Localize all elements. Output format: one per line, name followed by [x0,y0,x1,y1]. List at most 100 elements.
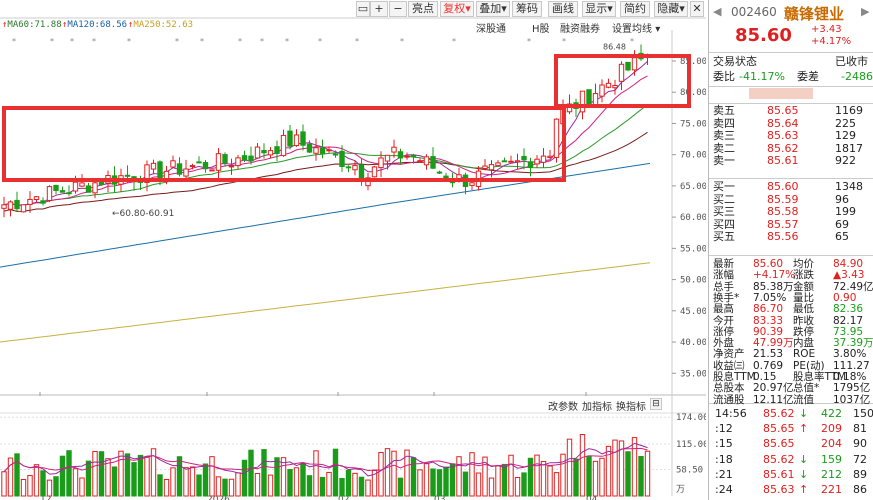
overlay-button[interactable]: 叠加▾ [476,1,510,17]
tick-count: 81 [853,422,867,436]
order-label: 买二 [713,192,735,206]
collapse-icon[interactable]: ⊟ [650,398,662,410]
event-marker: * [630,37,634,46]
volume-bar [547,465,553,497]
kline-chart[interactable]: 85.00 80.00 75.00 70.00 65.00 60.00 55.00 50.00… [0,0,706,500]
candle-body [605,82,612,88]
next-stock-icon[interactable]: ▶ [861,5,869,18]
volume-bar [508,454,514,497]
tick-count: 86 [853,483,867,496]
tick-price: 85.61 [763,467,795,481]
candle-body [371,166,378,178]
stat-value: 20.97亿 [753,382,794,395]
tick-row: :21 85.61 ↓ 212 89 [709,467,873,482]
add-indicator-button[interactable]: 加指标 [582,398,612,413]
sell-order-row: 卖四 85.64 225 [709,117,873,130]
y-tick-label: 50.00 [680,276,706,286]
zoom-out-button[interactable]: − [389,1,407,17]
candle-body [612,85,618,89]
stat-row: 总股本 20.97亿 总值* 1795亿 [709,382,873,394]
candle-body [534,158,540,165]
volume-bar [170,467,176,497]
tick-arrow: ↑ [799,422,809,436]
volume-bar [352,472,358,497]
candle-body [410,154,417,158]
stat-label: 总值* [793,382,820,395]
order-ratio-row: 委比 -41.17% 委差 -2486 [713,70,873,83]
stat-value: 47.99万 [753,337,794,350]
stat-label: 跌停 [793,325,814,338]
change-params-button[interactable]: 改参数 [548,398,578,413]
adjust-price-button[interactable]: 复权▾ [440,1,474,17]
candle-body [384,154,391,162]
order-price: 85.61 [767,154,799,168]
volume-bar [612,439,618,497]
stat-label: 流值 [793,393,814,406]
candle-body [521,155,527,161]
event-marker: * [285,37,289,46]
stat-value: 82.36 [833,303,864,316]
display-button[interactable]: 显示▾ [582,1,616,17]
candle-body [599,84,605,97]
volume-bar [534,454,540,497]
volume-bar [365,479,371,497]
hide-button[interactable]: 隐藏▾ [654,1,688,17]
simple-button[interactable]: 简约 [620,1,650,17]
stat-row: 最高 86.70 最低 82.36 [709,303,873,315]
order-price: 85.60 [767,180,799,193]
volume-bar [332,448,339,497]
volume-bar [313,450,319,497]
y-tick-label: 40.00 [680,338,706,348]
high-price-annotation: 86.48 [603,43,626,52]
close-icon[interactable]: ✕ [690,1,704,17]
tick-volume: 422 [821,407,842,420]
stat-value: 1795亿 [833,382,871,395]
draw-line-button[interactable]: 画线 [548,1,578,17]
stat-value: 83.33 [753,314,784,327]
hk-connect-link[interactable]: 深股通 [476,20,506,35]
stat-value: 86.70 [753,303,784,316]
candle-body [170,160,176,168]
prev-stock-icon[interactable]: ◀ [713,5,721,18]
candle-body [436,171,443,174]
ma60-label: ↑MA60:71.88 [2,20,62,30]
stat-label: 昨收 [793,314,814,327]
event-marker: * [12,37,16,46]
zoom-in-button[interactable]: + [370,1,388,17]
h-share-link[interactable]: H股 [532,20,550,35]
volume-bar [592,460,599,497]
order-volume: 65 [835,230,849,244]
set-ma-link[interactable]: 设置均线 ▾ [612,20,660,35]
volume-bar [625,451,631,497]
buy-order-row: 买二 85.59 96 [709,193,873,206]
candle-body [241,155,248,161]
highlight-button[interactable]: 亮点 [408,1,438,17]
candle-body [254,146,261,159]
stat-value: 12.11亿 [753,393,794,406]
candle-body [222,154,228,164]
chip-button[interactable]: 筹码 [512,1,542,17]
candle-body [98,182,105,186]
volume-bar [228,478,235,497]
volume-bar [280,457,287,497]
event-marker: * [260,37,264,46]
stat-label: 总股本 [713,382,745,395]
margin-trading-link[interactable]: 融资融券 [560,20,600,35]
candle-body [482,165,488,169]
window-icon[interactable]: ▭ [356,1,370,17]
kline-chart-area[interactable]: 85.00 80.00 75.00 70.00 65.00 60.00 55.00 50.00… [0,0,706,500]
buy-order-row: 买一 85.60 1348 [709,180,873,193]
volume-bar [137,454,144,497]
switch-indicator-button[interactable]: 换指标 [616,398,646,413]
volume-bar [59,455,66,497]
event-marker: * [92,37,96,46]
volume-bar [566,438,573,497]
tick-count: 90 [853,437,867,451]
order-volume: 69 [835,217,849,231]
candle-body [92,182,98,194]
candle-body [430,156,436,169]
tick-price: 85.62 [763,407,795,420]
volume-unit-label: 万 [676,485,685,495]
blurred-bar [749,88,813,99]
volume-tick-label: 115.00 [676,440,706,450]
